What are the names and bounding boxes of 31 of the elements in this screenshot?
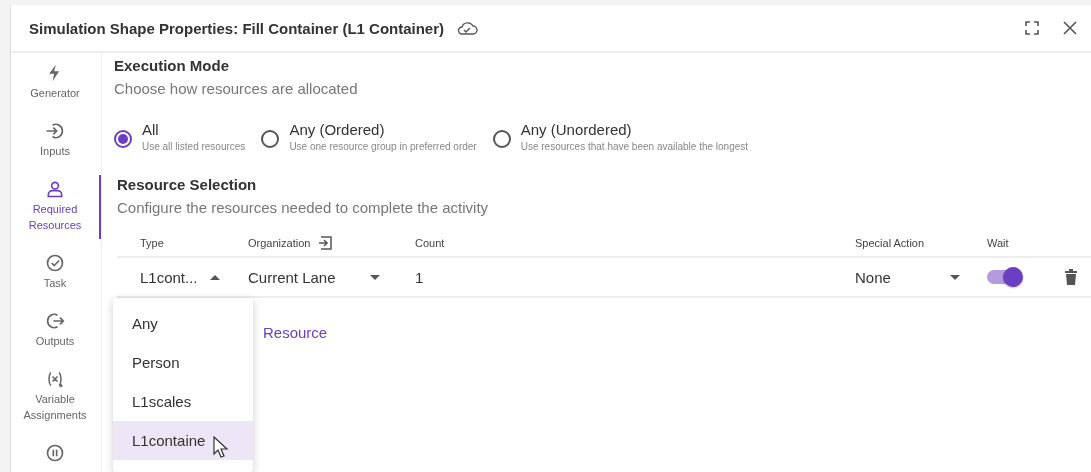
organization-dropdown[interactable]: Current Lane: [248, 268, 415, 286]
add-resource-link[interactable]: Resource: [263, 324, 328, 341]
radio-label: All: [142, 121, 160, 138]
count-field[interactable]: 1: [415, 268, 855, 286]
radio-description: Use all listed resources: [142, 141, 246, 152]
window-title: Simulation Shape Properties: Fill Container (L1 Container): [29, 19, 445, 37]
radio-label: Any (Unordered): [520, 121, 633, 138]
sidebar-tab[interactable]: Inputs: [11, 117, 101, 165]
radio-description: Use one resource group in preferred order: [289, 141, 477, 152]
section-subtitle: Configure the resources needed to complete the activity: [117, 199, 490, 216]
column-header: Organization: [248, 237, 311, 249]
section-title: Execution Mode: [114, 57, 230, 74]
menu-item[interactable]: L1containe: [113, 421, 253, 460]
radio-description: Use resources that have been available the longest: [520, 141, 749, 152]
section-subtitle: Choose how resources are allocated: [114, 80, 359, 97]
column-header: Count: [415, 237, 446, 249]
special-action-dropdown[interactable]: None: [855, 268, 987, 286]
type-dropdown[interactable]: L1cont...: [140, 268, 248, 286]
menu-item[interactable]: Any: [113, 304, 253, 343]
column-header: Type: [140, 237, 165, 249]
menu-item[interactable]: L1scales: [113, 382, 253, 421]
section-title: Resource Selection: [117, 176, 258, 193]
column-header: Special Action: [855, 237, 926, 249]
sidebar-tab[interactable]: Outputs: [11, 307, 101, 355]
sidebar-tab[interactable]: Variable Assignments: [11, 365, 101, 429]
menu-item[interactable]: Person: [113, 343, 253, 382]
sidebar-tab[interactable]: Required Resources: [11, 175, 101, 239]
column-header: Wait: [987, 237, 1010, 249]
sidebar-tab[interactable]: Task: [11, 249, 101, 297]
sidebar-tab[interactable]: Generator: [11, 59, 101, 107]
radio-label: Any (Ordered): [289, 121, 386, 138]
